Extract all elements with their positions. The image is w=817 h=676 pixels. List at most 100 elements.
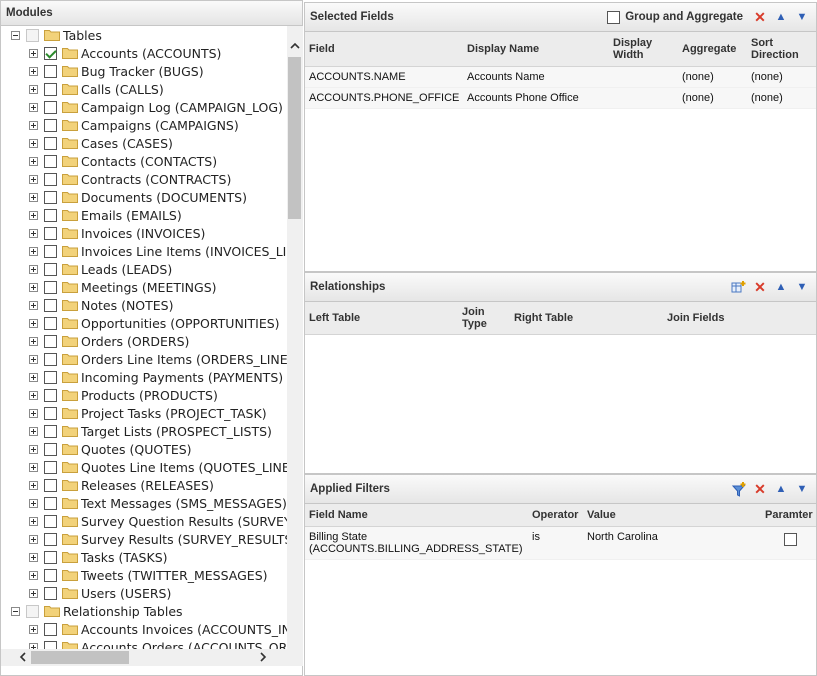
tree-checkbox[interactable]: [44, 46, 57, 60]
tree-group[interactable]: Tables: [1, 26, 287, 44]
tree-item[interactable]: Text Messages (SMS_MESSAGES): [1, 494, 287, 512]
col-display-name[interactable]: Display Name: [463, 43, 609, 55]
expand-icon[interactable]: [29, 300, 38, 310]
tree-item[interactable]: Accounts Invoices (ACCOUNTS_INV: [1, 620, 287, 638]
horizontal-scroll-thumb[interactable]: [31, 651, 129, 664]
expand-icon[interactable]: [29, 246, 38, 256]
tree-checkbox[interactable]: [44, 64, 57, 78]
cell-aggregate[interactable]: (none): [678, 92, 747, 104]
scroll-right-icon[interactable]: [259, 652, 267, 662]
col-aggregate[interactable]: Aggregate: [678, 43, 747, 55]
tree-item[interactable]: Contacts (CONTACTS): [1, 152, 287, 170]
tree-item[interactable]: Survey Question Results (SURVEY_: [1, 512, 287, 530]
tree-vertical-scrollbar[interactable]: [287, 26, 303, 649]
tree-checkbox[interactable]: [44, 442, 57, 456]
delete-icon[interactable]: ✕: [752, 279, 768, 295]
collapse-icon[interactable]: [11, 606, 20, 616]
collapse-icon[interactable]: [11, 30, 20, 40]
tree-checkbox[interactable]: [44, 82, 57, 96]
tree-item[interactable]: Target Lists (PROSPECT_LISTS): [1, 422, 287, 440]
move-down-icon[interactable]: ▼: [794, 481, 810, 497]
tree-checkbox[interactable]: [44, 226, 57, 240]
table-row[interactable]: ACCOUNTS.PHONE_OFFICE Accounts Phone Off…: [305, 88, 816, 109]
col-field[interactable]: Field: [305, 43, 463, 55]
scroll-left-icon[interactable]: [19, 652, 27, 662]
add-filter-icon[interactable]: [731, 481, 747, 497]
expand-icon[interactable]: [29, 480, 38, 490]
tree-item[interactable]: Documents (DOCUMENTS): [1, 188, 287, 206]
move-up-icon[interactable]: ▲: [773, 481, 789, 497]
expand-icon[interactable]: [29, 264, 38, 274]
tree-item[interactable]: Project Tasks (PROJECT_TASK): [1, 404, 287, 422]
expand-icon[interactable]: [29, 444, 38, 454]
move-up-icon[interactable]: ▲: [773, 9, 789, 25]
tree-item[interactable]: Users (USERS): [1, 584, 287, 602]
tree-checkbox[interactable]: [44, 514, 57, 528]
table-row[interactable]: Billing State (ACCOUNTS.BILLING_ADDRESS_…: [305, 527, 816, 560]
expand-icon[interactable]: [29, 354, 38, 364]
tree-checkbox[interactable]: [44, 334, 57, 348]
expand-icon[interactable]: [29, 498, 38, 508]
col-right-table[interactable]: Right Table: [510, 312, 663, 324]
expand-icon[interactable]: [29, 174, 38, 184]
tree-checkbox[interactable]: [44, 262, 57, 276]
expand-icon[interactable]: [29, 426, 38, 436]
tree-item[interactable]: Accounts (ACCOUNTS): [1, 44, 287, 62]
tree-item[interactable]: Calls (CALLS): [1, 80, 287, 98]
tree-item[interactable]: Releases (RELEASES): [1, 476, 287, 494]
col-sort-direction[interactable]: Sort Direction: [747, 37, 813, 61]
move-down-icon[interactable]: ▼: [794, 279, 810, 295]
tree-checkbox[interactable]: [44, 550, 57, 564]
tree-checkbox[interactable]: [44, 352, 57, 366]
tree-item[interactable]: Bug Tracker (BUGS): [1, 62, 287, 80]
tree-item[interactable]: Incoming Payments (PAYMENTS): [1, 368, 287, 386]
expand-icon[interactable]: [29, 516, 38, 526]
expand-icon[interactable]: [29, 534, 38, 544]
table-row[interactable]: ACCOUNTS.NAME Accounts Name (none) (none…: [305, 67, 816, 88]
tree-checkbox[interactable]: [44, 478, 57, 492]
expand-icon[interactable]: [29, 372, 38, 382]
col-paramter[interactable]: Paramter: [761, 509, 816, 521]
cell-display-name[interactable]: Accounts Name: [463, 71, 609, 83]
cell-aggregate[interactable]: (none): [678, 71, 747, 83]
tree-item[interactable]: Tasks (TASKS): [1, 548, 287, 566]
expand-icon[interactable]: [29, 138, 38, 148]
tree-item[interactable]: Tweets (TWITTER_MESSAGES): [1, 566, 287, 584]
tree-item[interactable]: Quotes (QUOTES): [1, 440, 287, 458]
move-down-icon[interactable]: ▼: [794, 9, 810, 25]
move-up-icon[interactable]: ▲: [773, 279, 789, 295]
tree-checkbox[interactable]: [44, 154, 57, 168]
tree-checkbox[interactable]: [44, 640, 57, 649]
expand-icon[interactable]: [29, 228, 38, 238]
tree-item[interactable]: Orders (ORDERS): [1, 332, 287, 350]
expand-icon[interactable]: [29, 570, 38, 580]
col-join-fields[interactable]: Join Fields: [663, 312, 803, 324]
tree-item[interactable]: Invoices Line Items (INVOICES_LI: [1, 242, 287, 260]
expand-icon[interactable]: [29, 156, 38, 166]
tree-item[interactable]: Notes (NOTES): [1, 296, 287, 314]
tree-horizontal-scrollbar[interactable]: [1, 649, 287, 666]
tree-item[interactable]: Survey Results (SURVEY_RESULTS: [1, 530, 287, 548]
tree-checkbox[interactable]: [44, 208, 57, 222]
expand-icon[interactable]: [29, 336, 38, 346]
tree-item[interactable]: Cases (CASES): [1, 134, 287, 152]
cell-display-name[interactable]: Accounts Phone Office: [463, 92, 609, 104]
parameter-checkbox[interactable]: [784, 533, 797, 546]
expand-icon[interactable]: [29, 102, 38, 112]
col-value[interactable]: Value: [583, 509, 761, 521]
expand-icon[interactable]: [29, 624, 38, 634]
expand-icon[interactable]: [29, 408, 38, 418]
tree-checkbox[interactable]: [44, 280, 57, 294]
tree-checkbox[interactable]: [44, 568, 57, 582]
expand-icon[interactable]: [29, 192, 38, 202]
expand-icon[interactable]: [29, 462, 38, 472]
expand-icon[interactable]: [29, 552, 38, 562]
tree-checkbox[interactable]: [44, 190, 57, 204]
tree-checkbox[interactable]: [44, 388, 57, 402]
tree-checkbox[interactable]: [44, 496, 57, 510]
tree-checkbox[interactable]: [44, 622, 57, 636]
tree-group[interactable]: Relationship Tables: [1, 602, 287, 620]
scroll-up-icon[interactable]: [290, 41, 300, 51]
tree-item[interactable]: Leads (LEADS): [1, 260, 287, 278]
group-aggregate-checkbox[interactable]: [607, 10, 621, 24]
